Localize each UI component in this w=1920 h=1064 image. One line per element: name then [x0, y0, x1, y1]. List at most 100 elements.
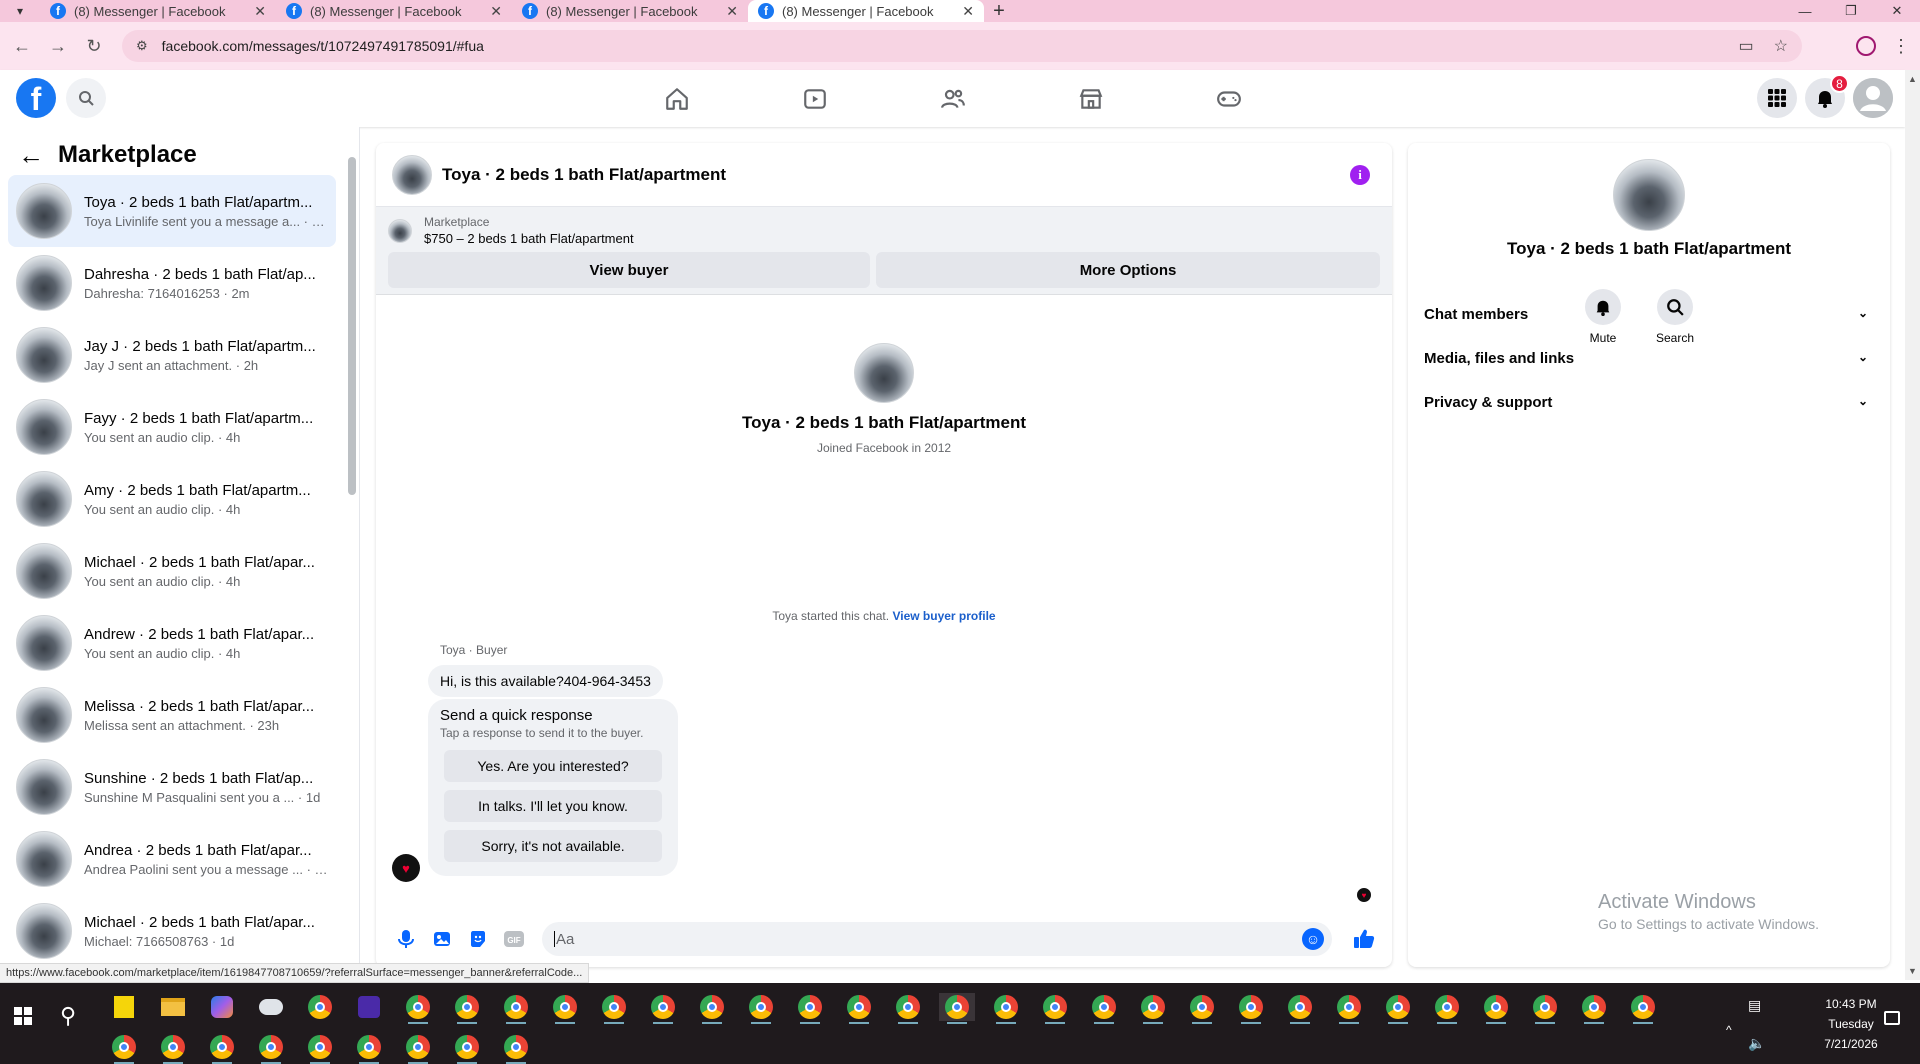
browser-tab-active[interactable]: f (8) Messenger | Facebook ✕ [748, 0, 984, 22]
clock-date[interactable]: 7/21/2026 [1806, 1037, 1896, 1051]
conversation-item[interactable]: Jay J · 2 beds 1 bath Flat/apartm... Jay… [8, 319, 336, 391]
tray-chevron-up-icon[interactable]: ^ [1726, 1023, 1732, 1037]
chrome-window-icon[interactable] [449, 993, 485, 1024]
minimize-icon[interactable]: — [1782, 0, 1828, 22]
conversation-item[interactable]: Melissa · 2 beds 1 bath Flat/apar... Mel… [8, 679, 336, 751]
sticky-notes-icon[interactable] [106, 993, 142, 1021]
chrome-window-icon[interactable] [1037, 993, 1073, 1024]
volume-icon[interactable]: 🔈 [1748, 1035, 1765, 1052]
info-avatar[interactable] [1613, 159, 1685, 231]
chrome-window-icon[interactable] [400, 993, 436, 1024]
chrome-window-icon[interactable] [498, 993, 534, 1024]
chrome-window-icon[interactable] [1576, 993, 1612, 1024]
chrome-window-icon[interactable] [890, 993, 926, 1024]
quick-response-option[interactable]: Sorry, it's not available. [444, 830, 662, 862]
marketplace-tab[interactable] [1022, 70, 1160, 127]
chrome-window-icon[interactable] [1625, 993, 1661, 1024]
taskbar-search-icon[interactable]: ⚲ [60, 1003, 76, 1029]
chrome-window-icon[interactable] [1135, 993, 1171, 1024]
new-tab-icon[interactable]: + [984, 0, 1014, 22]
video-tab[interactable] [746, 70, 884, 127]
close-tab-icon[interactable]: ✕ [962, 3, 974, 20]
forward-icon[interactable]: → [40, 28, 76, 64]
conversation-item[interactable]: Andrew · 2 beds 1 bath Flat/apar... You … [8, 607, 336, 679]
copilot-icon[interactable] [204, 993, 240, 1021]
message-input[interactable]: Aa ☺ [542, 922, 1332, 956]
conversation-item[interactable]: Michael · 2 beds 1 bath Flat/apar... Mic… [8, 895, 336, 967]
chrome-window-icon[interactable] [792, 993, 828, 1024]
chrome-window-icon[interactable] [1331, 993, 1367, 1024]
conversation-list-scrollbar[interactable] [348, 147, 356, 967]
chrome-window-icon[interactable] [1086, 993, 1122, 1024]
conversation-item[interactable]: Dahresha · 2 beds 1 bath Flat/ap... Dahr… [8, 247, 336, 319]
conversation-item[interactable]: Toya · 2 beds 1 bath Flat/apartm... Toya… [8, 175, 336, 247]
chrome-window-icon[interactable] [204, 1033, 240, 1064]
browser-profile-icon[interactable] [1856, 36, 1876, 56]
browser-tab[interactable]: f (8) Messenger | Facebook ✕ [276, 0, 512, 22]
chrome-window-icon[interactable] [302, 1033, 338, 1064]
chrome-window-icon[interactable] [1233, 993, 1269, 1024]
chat-avatar[interactable] [392, 154, 432, 195]
scroll-down-arrow-icon[interactable]: ▼ [1908, 966, 1917, 976]
home-tab[interactable] [608, 70, 746, 127]
sticker-button[interactable] [460, 921, 496, 957]
account-avatar-button[interactable] [1853, 78, 1893, 118]
media-files-links-section[interactable]: Media, files and links ⌄ [1416, 338, 1882, 378]
desktop-app-icon[interactable] [253, 993, 289, 1021]
friends-tab[interactable] [884, 70, 1022, 127]
emoji-icon[interactable]: ☺ [1302, 928, 1324, 950]
browser-menu-icon[interactable]: ⋮ [1892, 36, 1910, 57]
facebook-search-button[interactable] [66, 78, 106, 118]
quick-response-option[interactable]: In talks. I'll let you know. [444, 790, 662, 822]
back-icon[interactable]: ← [4, 28, 40, 64]
attach-photo-button[interactable] [424, 921, 460, 957]
conversation-item[interactable]: Andrea · 2 beds 1 bath Flat/apar... Andr… [8, 823, 336, 895]
file-explorer-icon[interactable] [155, 993, 191, 1021]
scrollbar-thumb[interactable] [348, 157, 356, 495]
restore-icon[interactable]: ❐ [1828, 0, 1874, 22]
reload-icon[interactable]: ↻ [76, 28, 112, 64]
send-like-button[interactable] [1346, 921, 1382, 957]
chat-title[interactable]: Toya · 2 beds 1 bath Flat/apartment [442, 165, 726, 185]
menu-grid-button[interactable] [1757, 78, 1797, 118]
notifications-center-icon[interactable] [1884, 1011, 1900, 1025]
chrome-window-icon[interactable] [498, 1033, 534, 1064]
page-scrollbar[interactable]: ▲ ▼ [1905, 70, 1920, 980]
chrome-window-icon[interactable] [449, 1033, 485, 1064]
chrome-window-icon[interactable] [645, 993, 681, 1024]
chrome-window-icon[interactable] [596, 993, 632, 1024]
chrome-window-icon[interactable] [743, 993, 779, 1024]
clock-day[interactable]: Tuesday [1806, 1017, 1896, 1031]
voice-clip-button[interactable] [388, 921, 424, 957]
install-app-icon[interactable]: ▭ [1739, 36, 1754, 56]
notifications-button[interactable]: 8 [1805, 74, 1849, 118]
site-info-icon[interactable]: ⚙ [136, 38, 148, 54]
close-tab-icon[interactable]: ✕ [254, 3, 266, 20]
gaming-tab[interactable] [1160, 70, 1298, 127]
chrome-icon[interactable] [302, 993, 338, 1021]
close-window-icon[interactable]: ✕ [1874, 0, 1920, 22]
chrome-window-icon[interactable] [106, 1033, 142, 1064]
view-buyer-profile-link[interactable]: View buyer profile [892, 609, 995, 623]
scroll-up-arrow-icon[interactable]: ▲ [1908, 74, 1917, 84]
chrome-window-icon[interactable] [1527, 993, 1563, 1024]
info-icon[interactable]: i [1350, 165, 1370, 185]
profile-avatar[interactable] [854, 343, 914, 403]
privacy-support-section[interactable]: Privacy & support ⌄ [1416, 382, 1882, 422]
media-app-icon[interactable] [351, 993, 387, 1021]
conversation-item[interactable]: Fayy · 2 beds 1 bath Flat/apartm... You … [8, 391, 336, 463]
address-bar[interactable]: ⚙ facebook.com/messages/t/10724974917850… [122, 30, 1802, 62]
browser-tab[interactable]: f (8) Messenger | Facebook ✕ [40, 0, 276, 22]
clock-time[interactable]: 10:43 PM [1806, 997, 1896, 1011]
close-tab-icon[interactable]: ✕ [726, 3, 738, 20]
chrome-window-icon[interactable] [1429, 993, 1465, 1024]
quick-response-option[interactable]: Yes. Are you interested? [444, 750, 662, 782]
more-options-button[interactable]: More Options [876, 252, 1380, 288]
chrome-window-icon[interactable] [841, 993, 877, 1024]
conversation-item[interactable]: Sunshine · 2 beds 1 bath Flat/ap... Suns… [8, 751, 336, 823]
chrome-window-icon[interactable] [1380, 993, 1416, 1024]
chrome-window-icon[interactable] [547, 993, 583, 1024]
chrome-window-icon[interactable] [1184, 993, 1220, 1024]
message-bubble[interactable]: Hi, is this available?404-964-3453 [428, 665, 663, 697]
gif-button[interactable]: GIF [496, 921, 532, 957]
